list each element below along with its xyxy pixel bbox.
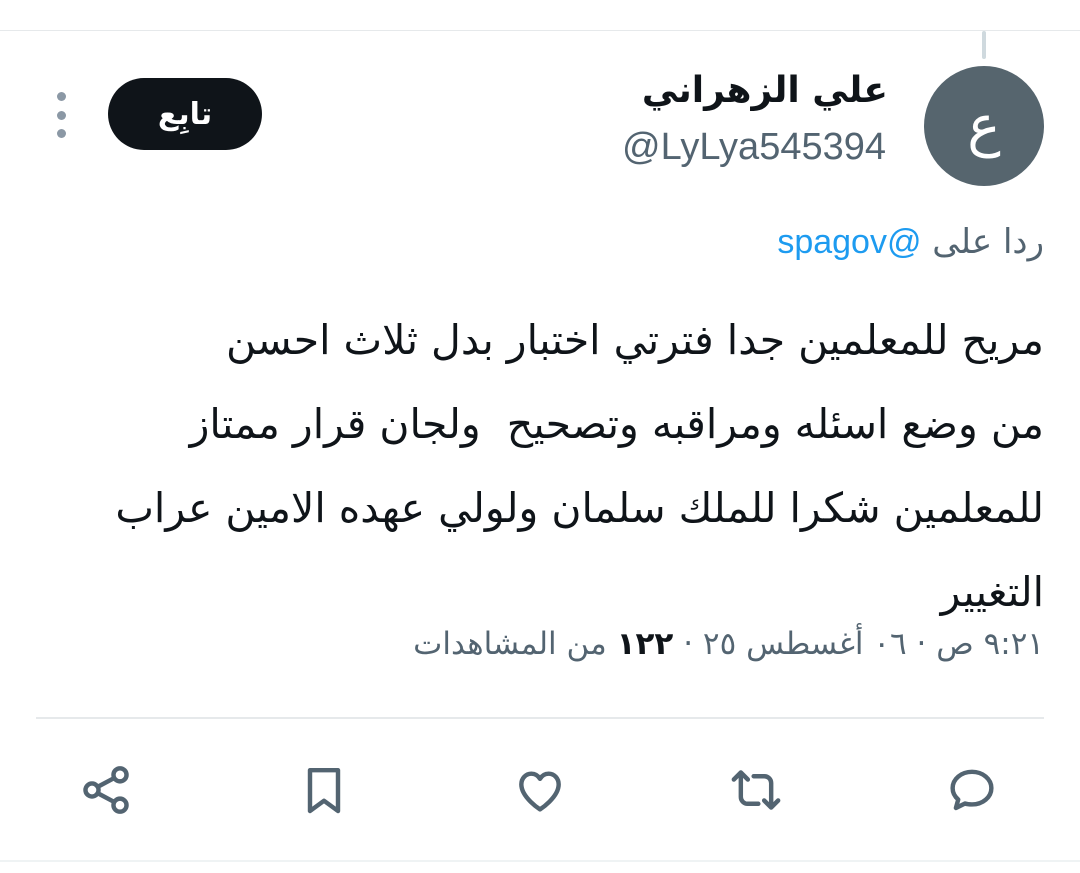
bottom-divider <box>0 860 1080 862</box>
avatar-letter: ع <box>967 93 1001 159</box>
replying-to: ردا على @spagov <box>777 222 1044 262</box>
like-icon <box>519 771 561 812</box>
retweet-button[interactable] <box>726 760 786 820</box>
display-name[interactable]: علي الزهراني <box>642 70 888 111</box>
more-dot-icon <box>56 129 66 138</box>
like-button[interactable] <box>510 760 570 820</box>
views-label: من المشاهدات <box>413 626 617 662</box>
more-options-button[interactable] <box>48 92 74 138</box>
replying-to-mention[interactable]: @spagov <box>777 223 921 261</box>
reply-button[interactable] <box>942 760 1002 820</box>
actions-divider <box>36 717 1044 719</box>
thread-connector-line <box>982 31 986 59</box>
retweet-icon <box>731 770 781 810</box>
timestamp[interactable]: ٩:٢١ ص · ٠٦ أغسطس ٢٥ · <box>673 626 1044 662</box>
top-divider <box>0 30 1080 31</box>
follow-button[interactable]: تابِع <box>108 78 262 150</box>
share-button[interactable] <box>76 760 136 820</box>
more-dot-icon <box>56 92 66 101</box>
reply-icon <box>950 769 994 811</box>
share-icon <box>83 766 129 814</box>
tweet-text: مريح للمعلمين جدا فترتي اختبار بدل ثلاث … <box>115 316 1044 616</box>
tweet-meta: ٩:٢١ ص · ٠٦ أغسطس ٢٥ · ١٢٢ من المشاهدات <box>413 626 1044 662</box>
more-dot-icon <box>56 110 66 120</box>
follow-button-label: تابِع <box>157 96 213 132</box>
bookmark-icon <box>307 767 341 814</box>
views-count: ١٢٢ <box>616 626 674 662</box>
tweet-detail: ع علي الزهراني @LyLya545394 تابِع ردا عل… <box>0 0 1080 873</box>
bookmark-button[interactable] <box>294 760 354 820</box>
user-handle[interactable]: @LyLya545394 <box>622 126 886 169</box>
avatar[interactable]: ع <box>924 66 1044 186</box>
replying-to-label: ردا على <box>932 222 1044 262</box>
